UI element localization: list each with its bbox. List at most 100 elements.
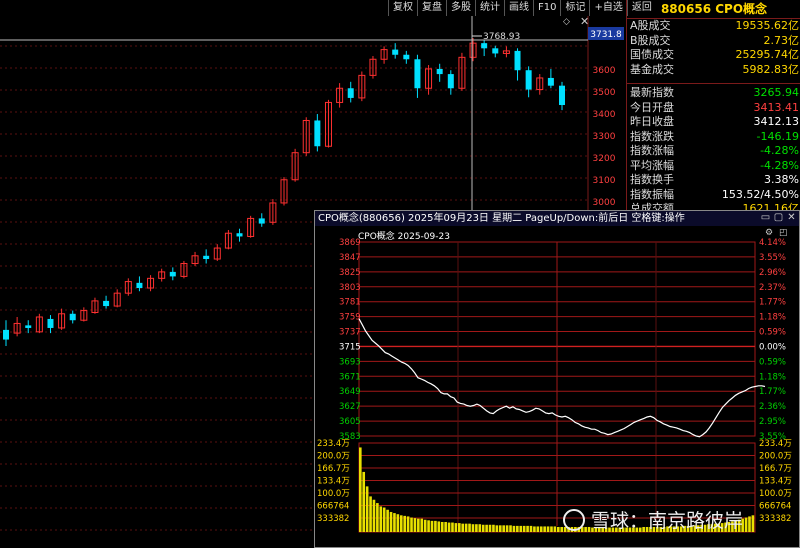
kline-price-label: 3100 [593, 176, 616, 186]
popup-title-bar[interactable]: CPO概念(880656) 2025年09月23日 星期二 PageUp/Dow… [315, 211, 799, 226]
kline-candle-body [525, 70, 532, 90]
volume-bar [546, 526, 550, 532]
kline-price-label: 3600 [593, 66, 616, 76]
turnover-value: 19535.62亿 [735, 19, 800, 32]
volume-bar [516, 525, 519, 532]
intraday-chart[interactable]: 3869 4.14% 3847 3.55% 3825 2.96% 3803 2.37% 3781… [315, 226, 799, 547]
minimize-icon[interactable]: ▭ [760, 212, 771, 223]
draw-line-button[interactable]: 画线 [504, 0, 533, 16]
intraday-pct-tick: 4.14% [759, 238, 786, 248]
kline-candle-body [3, 329, 9, 340]
kline-candle-body [47, 318, 54, 328]
kline-candle-body [481, 43, 488, 49]
volume-tick-right: 666764 [759, 502, 791, 512]
intraday-price-tick: 3781 [339, 298, 361, 308]
volume-bar [386, 509, 389, 532]
volume-bar [488, 524, 492, 532]
volume-bar [748, 516, 751, 532]
kline-candle-body [136, 282, 143, 289]
xueqiu-watermark: 雪球：南京路彼岸 [563, 506, 743, 533]
intraday-pct-tick: 0.59% [759, 357, 786, 367]
restore-rights-button[interactable]: 复权 [388, 0, 417, 16]
volume-bar [533, 526, 536, 532]
volume-bar [427, 520, 430, 532]
volume-bar [464, 523, 468, 532]
statistics-button[interactable]: 统计 [475, 0, 504, 16]
intraday-popup[interactable]: CPO概念(880656) 2025年09月23日 星期二 PageUp/Dow… [314, 210, 800, 548]
f10-button[interactable]: F10 [533, 0, 560, 16]
intraday-pct-tick: 0.59% [759, 328, 786, 338]
volume-bar [481, 524, 485, 532]
volume-bar [519, 525, 523, 532]
volume-bar [539, 526, 543, 532]
turnover-value: 25295.74亿 [735, 48, 800, 61]
index-stat-label: 昨日收盘 [630, 115, 674, 128]
kline-candle-body [436, 68, 443, 75]
kline-price-label: 3400 [593, 110, 616, 120]
index-stat-value: -4.28% [760, 158, 799, 172]
volume-bar [372, 499, 376, 532]
index-stat-value: -4.28% [760, 144, 799, 157]
kline-candle-body [203, 255, 210, 260]
intraday-pct-tick: 1.18% [759, 313, 786, 323]
volume-tick-left: 166.7万 [317, 464, 350, 474]
high-mark-label: 3768.93 [483, 32, 520, 42]
volume-bar [461, 523, 465, 532]
turnover-row: A股成交 19535.62亿 [627, 19, 800, 34]
volume-bar [536, 526, 540, 532]
index-stat-label: 今日开盘 [630, 100, 674, 114]
intraday-pct-tick: 0.00% [759, 342, 786, 352]
replay-button[interactable]: 复盘 [417, 0, 446, 16]
intraday-price-tick: 3869 [339, 238, 361, 248]
kline-candle-body [392, 49, 399, 55]
intraday-price-tick: 3627 [339, 402, 361, 412]
add-watchlist-button[interactable]: +自选 [589, 0, 626, 16]
volume-bar [475, 524, 478, 532]
volume-bar [509, 525, 512, 532]
turnover-row: B股成交 2.73亿 [627, 34, 800, 49]
volume-bar [492, 524, 495, 532]
turnover-value: 5982.83亿 [742, 62, 800, 76]
index-stat-row: 指数涨跌 -146.19 [627, 130, 800, 145]
index-stat-label: 最新指数 [630, 86, 674, 99]
volume-tick-right: 233.4万 [759, 439, 792, 449]
intraday-price-tick: 3825 [339, 268, 361, 278]
intraday-pct-tick: 1.18% [759, 372, 786, 382]
volume-bar [403, 515, 406, 532]
intraday-price-tick: 3605 [339, 417, 361, 427]
turnover-row: 基金成交 5982.83亿 [627, 63, 800, 78]
xueqiu-logo-icon [563, 508, 585, 531]
volume-bar [434, 520, 437, 532]
volume-bar [440, 521, 444, 532]
volume-tick-left: 333382 [317, 514, 349, 524]
volume-bar [543, 526, 546, 532]
volume-bar [359, 447, 362, 532]
volume-bar [502, 525, 505, 532]
index-stats-list: 最新指数 3265.94 今日开盘 3413.41 昨日收盘 3412.13 指数涨跌 -14… [627, 86, 800, 217]
kline-candle-body [403, 54, 410, 60]
turnover-label: A股成交 [630, 19, 671, 32]
intraday-price-tick: 3759 [339, 313, 361, 323]
volume-bar [478, 524, 482, 532]
multi-stock-button[interactable]: 多股 [446, 0, 475, 16]
mark-button[interactable]: 标记 [560, 0, 589, 16]
intraday-price-tick: 3649 [339, 387, 361, 397]
volume-bar [396, 514, 400, 532]
restore-icon[interactable]: ▢ [773, 212, 784, 223]
index-stat-value: 3412.13 [753, 115, 800, 128]
index-stat-label: 指数涨幅 [630, 144, 674, 157]
volume-bar [471, 524, 475, 532]
volume-bar [495, 525, 499, 532]
watermark-text: 雪球：南京路彼岸 [591, 510, 744, 532]
kline-candle-body [414, 59, 421, 89]
volume-bar [529, 525, 533, 532]
index-stat-row: 今日开盘 3413.41 [627, 101, 800, 116]
index-stat-row: 最新指数 3265.94 [627, 86, 800, 101]
index-info-panel: 880656 CPO概念 A股成交 19535.62亿 B股成交 2.73亿 国债成交 2… [626, 0, 800, 215]
close-icon[interactable]: ✕ [786, 212, 797, 223]
volume-bar [447, 522, 451, 532]
kline-candle-body [347, 88, 354, 98]
volume-bar [485, 524, 488, 532]
kline-price-label: 3300 [593, 132, 616, 142]
intraday-price-tick: 3693 [339, 357, 361, 367]
